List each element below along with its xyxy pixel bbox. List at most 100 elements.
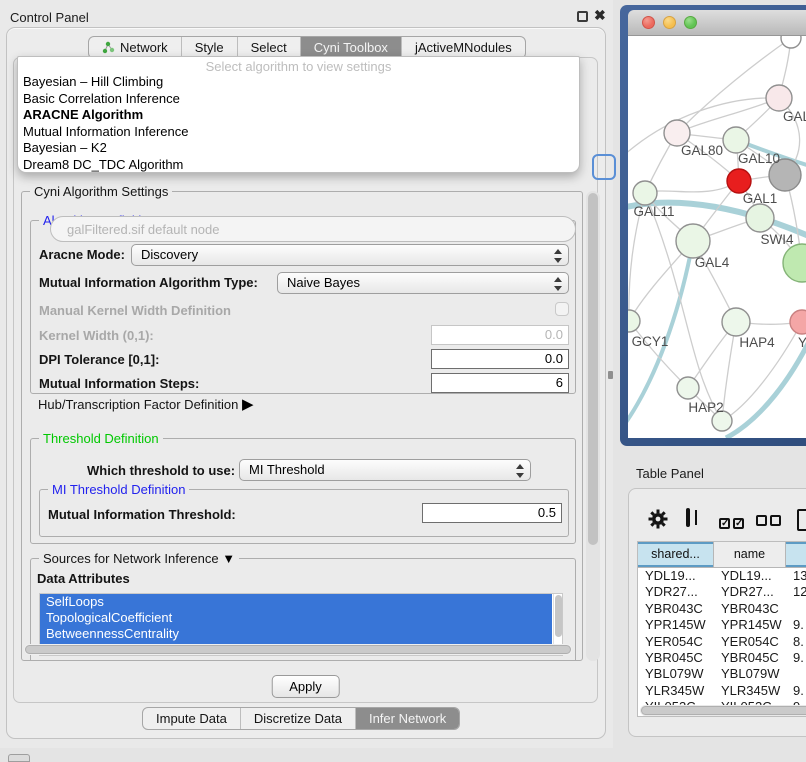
mi-steps-label: Mutual Information Steps: [39, 376, 199, 391]
table-horizontal-scrollbar[interactable] [640, 705, 806, 716]
mi-steps-field[interactable]: 6 [431, 373, 569, 393]
new-table-icon[interactable] [797, 509, 806, 531]
algorithm-option[interactable]: Dream8 DC_TDC Algorithm [20, 157, 577, 174]
apply-button[interactable]: Apply [271, 675, 340, 698]
network-node-gal10[interactable] [723, 127, 749, 153]
network-node-hap4[interactable] [722, 308, 750, 336]
hub-definition-toggle[interactable]: Hub/Transcription Factor Definition ▶ [38, 395, 254, 413]
tab-impute-data[interactable]: Impute Data [143, 708, 240, 729]
node-label: GAL80 [681, 143, 723, 158]
minimize-traffic-light-icon[interactable] [663, 16, 676, 29]
algorithm-dropdown-hint: Select algorithm to view settings [18, 59, 579, 74]
select-all-checkboxes-icon[interactable]: ✓✓ [719, 514, 747, 529]
table-row[interactable]: YDL19...YDL19...13 [638, 568, 806, 584]
node-label: HAP2 [688, 400, 723, 415]
columns-icon[interactable] [686, 508, 690, 527]
aracne-mode-value: Discovery [141, 247, 198, 262]
node-label: SWI4 [760, 232, 793, 247]
dpi-tolerance-label: DPI Tolerance [0,1]: [39, 352, 159, 367]
sources-group-title[interactable]: Sources for Network Inference ▼ [39, 551, 239, 566]
zoom-traffic-light-icon[interactable] [684, 16, 697, 29]
threshold-definition-group: Threshold Definition Which threshold to … [30, 438, 576, 544]
splitpane-handle-icon[interactable] [608, 371, 613, 379]
network-node-gcy1[interactable] [628, 310, 640, 332]
table-panel-title: Table Panel [636, 466, 704, 481]
algorithm-option[interactable]: ARACNE Algorithm [20, 107, 577, 124]
tab-label: Discretize Data [254, 711, 342, 726]
manual-kernel-checkbox[interactable] [555, 302, 569, 316]
table-row[interactable]: YLR345WYLR345W9. [638, 683, 806, 699]
network-node-y[interactable] [790, 310, 806, 334]
network-node-hap2[interactable] [677, 377, 699, 399]
algorithm-option[interactable]: Bayesian – K2 [20, 140, 577, 157]
aracne-mode-label: Aracne Mode: [39, 247, 125, 262]
node-label: GAL11 [633, 204, 674, 219]
network-window-titlebar[interactable] [628, 10, 806, 36]
kernel-width-field[interactable]: 0.0 [431, 325, 569, 345]
data-attribute-item[interactable]: SelfLoops [40, 594, 552, 610]
settings-horizontal-scrollbar[interactable] [24, 644, 572, 655]
tab-select[interactable]: Select [237, 37, 300, 58]
focus-ring-fragment [592, 154, 616, 180]
mi-type-combo[interactable]: Naive Bayes [277, 272, 569, 294]
table-header-row: shared... name A [638, 542, 806, 568]
tab-cyni-toolbox[interactable]: Cyni Toolbox [300, 37, 401, 58]
data-attribute-item[interactable]: TopologicalCoefficient [40, 610, 552, 626]
tab-label: Impute Data [156, 711, 227, 726]
table-cell: YLR345W [638, 683, 714, 699]
collapse-down-icon: ▼ [222, 551, 235, 566]
table-cell: YPR145W [714, 617, 786, 633]
table-cell [786, 666, 806, 682]
table-row[interactable]: YBR043CYBR043C [638, 601, 806, 617]
network-node-swi4[interactable] [746, 204, 774, 232]
threshold-definition-title: Threshold Definition [39, 431, 163, 446]
table-row[interactable]: YBR045CYBR045C9. [638, 650, 806, 666]
close-traffic-light-icon[interactable] [642, 16, 655, 29]
table-cell: YBL079W [714, 666, 786, 682]
column-header-shared-name[interactable]: shared... [638, 542, 714, 568]
tab-style[interactable]: Style [181, 37, 237, 58]
float-window-icon[interactable] [577, 11, 588, 22]
network-node[interactable] [783, 244, 806, 282]
tab-label: jActiveMNodules [415, 40, 512, 55]
which-threshold-combo[interactable]: MI Threshold [239, 459, 531, 481]
network-node-gal[interactable] [766, 85, 792, 111]
algorithm-option[interactable]: Mutual Information Inference [20, 124, 577, 141]
table-row[interactable]: YBL079WYBL079W [638, 666, 806, 682]
dpi-tolerance-field[interactable]: 0.0 [431, 349, 569, 369]
deselect-all-checkboxes-icon[interactable] [756, 514, 784, 529]
network-node-gal11[interactable] [633, 181, 657, 205]
table-cell: 8. [786, 634, 806, 650]
column-header-a[interactable]: A [786, 542, 806, 568]
algorithm-option[interactable]: Basic Correlation Inference [20, 91, 577, 108]
table-cell: YDR27... [638, 584, 714, 600]
tab-label: Cyni Toolbox [314, 40, 388, 55]
tab-discretize-data[interactable]: Discretize Data [240, 708, 355, 729]
network-node-gal1[interactable] [727, 169, 751, 193]
tab-network[interactable]: Network [89, 37, 181, 58]
algorithm-options-list: Bayesian – Hill ClimbingBasic Correlatio… [20, 74, 577, 173]
combo-arrows-icon [554, 249, 562, 263]
gear-icon[interactable] [648, 509, 668, 532]
network-node-gal4[interactable] [676, 224, 710, 258]
table-row[interactable]: YER054CYER054C8. [638, 634, 806, 650]
aracne-mode-combo[interactable]: Discovery [131, 244, 569, 266]
table-cell: YER054C [714, 634, 786, 650]
mi-threshold-field[interactable]: 0.5 [422, 503, 562, 523]
data-attribute-item[interactable]: BetweennessCentrality [40, 626, 552, 642]
corner-widget[interactable] [8, 754, 30, 762]
tab-jactivemnodules[interactable]: jActiveMNodules [401, 37, 525, 58]
network-canvas[interactable]: GALGAL80GAL10GAL1GAL11SWI4GAL4GCY1HAP4YH… [628, 36, 806, 438]
column-header-name[interactable]: name [714, 542, 786, 568]
algorithm-option[interactable]: Bayesian – Hill Climbing [20, 74, 577, 91]
network-selector-combo[interactable]: galFiltered.sif default node [50, 216, 576, 242]
settings-vertical-scrollbar[interactable] [586, 191, 600, 661]
kernel-width-label: Kernel Width (0,1): [39, 328, 154, 343]
table-row[interactable]: YPR145WYPR145W9. [638, 617, 806, 633]
close-icon[interactable]: ✖ [594, 7, 606, 24]
tab-infer-network[interactable]: Infer Network [355, 708, 459, 729]
network-node[interactable] [781, 36, 801, 48]
table-row[interactable]: YDR27...YDR27...12 [638, 584, 806, 600]
table-cell: YDL19... [714, 568, 786, 584]
table-cell [786, 601, 806, 617]
